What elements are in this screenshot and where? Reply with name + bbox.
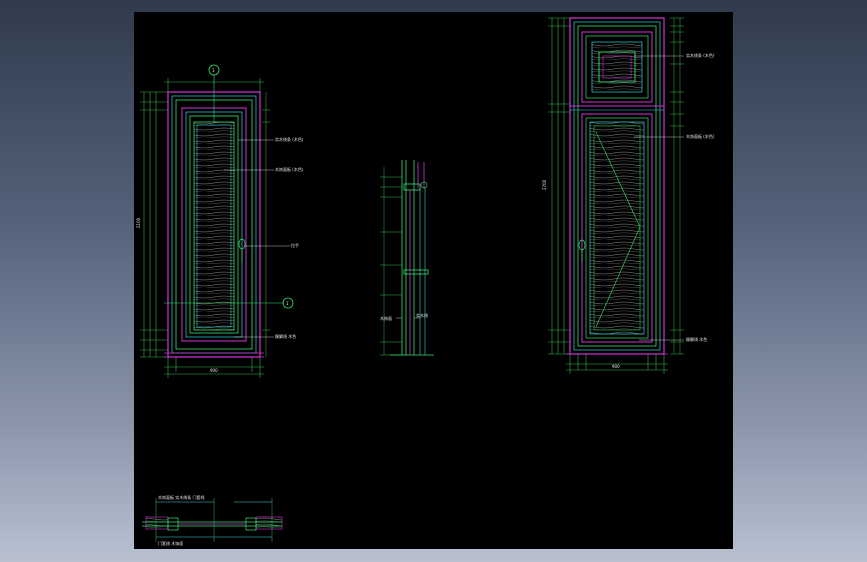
left-label-upper-frame: 实木线条 (木色) xyxy=(275,136,304,142)
section-callout-top: 1 xyxy=(208,64,220,122)
plan-label-bottom: 门套线 木饰面 xyxy=(158,540,183,546)
left-door-frame xyxy=(167,91,261,358)
right-door-elevation: 2700 900 实木线条 (木色) 木饰面板 (木色) 踢脚线 木色 xyxy=(542,17,715,374)
left-dim-width: 900 xyxy=(210,368,218,373)
door-section-detail: 木饰面 实木线 xyxy=(380,160,434,356)
right-dim-width: 900 xyxy=(612,364,620,369)
callout-top-number: 1 xyxy=(212,68,215,73)
left-dim-height: 2100 xyxy=(136,217,141,228)
plan-label-top: 木饰面板 实木线条 门套线 xyxy=(158,494,205,500)
callout-bottom-number: 1 xyxy=(286,301,289,306)
left-label-handle: 拉手 xyxy=(291,242,299,248)
right-label-top-panel: 实木线条 (木色) xyxy=(686,52,715,58)
right-transom-panel xyxy=(581,31,653,103)
cad-viewport[interactable]: 2100 1 1 900 实木线条 (木色) 木饰面板 (木色) 拉手 踢脚线 … xyxy=(0,0,867,562)
section-label-left: 木饰面 xyxy=(380,315,392,321)
right-label-main-panel: 木饰面板 (木色) xyxy=(686,133,715,139)
right-main-panel xyxy=(581,113,653,343)
left-dimension-chain xyxy=(140,91,168,358)
left-right-ticks xyxy=(262,92,270,357)
right-label-base: 踢脚线 木色 xyxy=(686,336,707,342)
left-label-upper-panel: 木饰面板 (木色) xyxy=(275,166,304,172)
section-label-right: 实木线 xyxy=(416,312,428,318)
left-label-base: 踢脚线 木色 xyxy=(275,333,296,339)
drawing-sheet: 2100 1 1 900 实木线条 (木色) 木饰面板 (木色) 拉手 踢脚线 … xyxy=(134,12,733,549)
door-plan-detail: 木饰面板 实木线条 门套线 门套线 木饰面 xyxy=(142,494,283,546)
right-dim-height: 2700 xyxy=(542,179,547,190)
left-door-elevation: 2100 1 1 900 实木线条 (木色) 木饰面板 (木色) 拉手 踢脚线 … xyxy=(136,64,304,378)
cad-drawing: 2100 1 1 900 实木线条 (木色) 木饰面板 (木色) 拉手 踢脚线 … xyxy=(136,17,715,546)
